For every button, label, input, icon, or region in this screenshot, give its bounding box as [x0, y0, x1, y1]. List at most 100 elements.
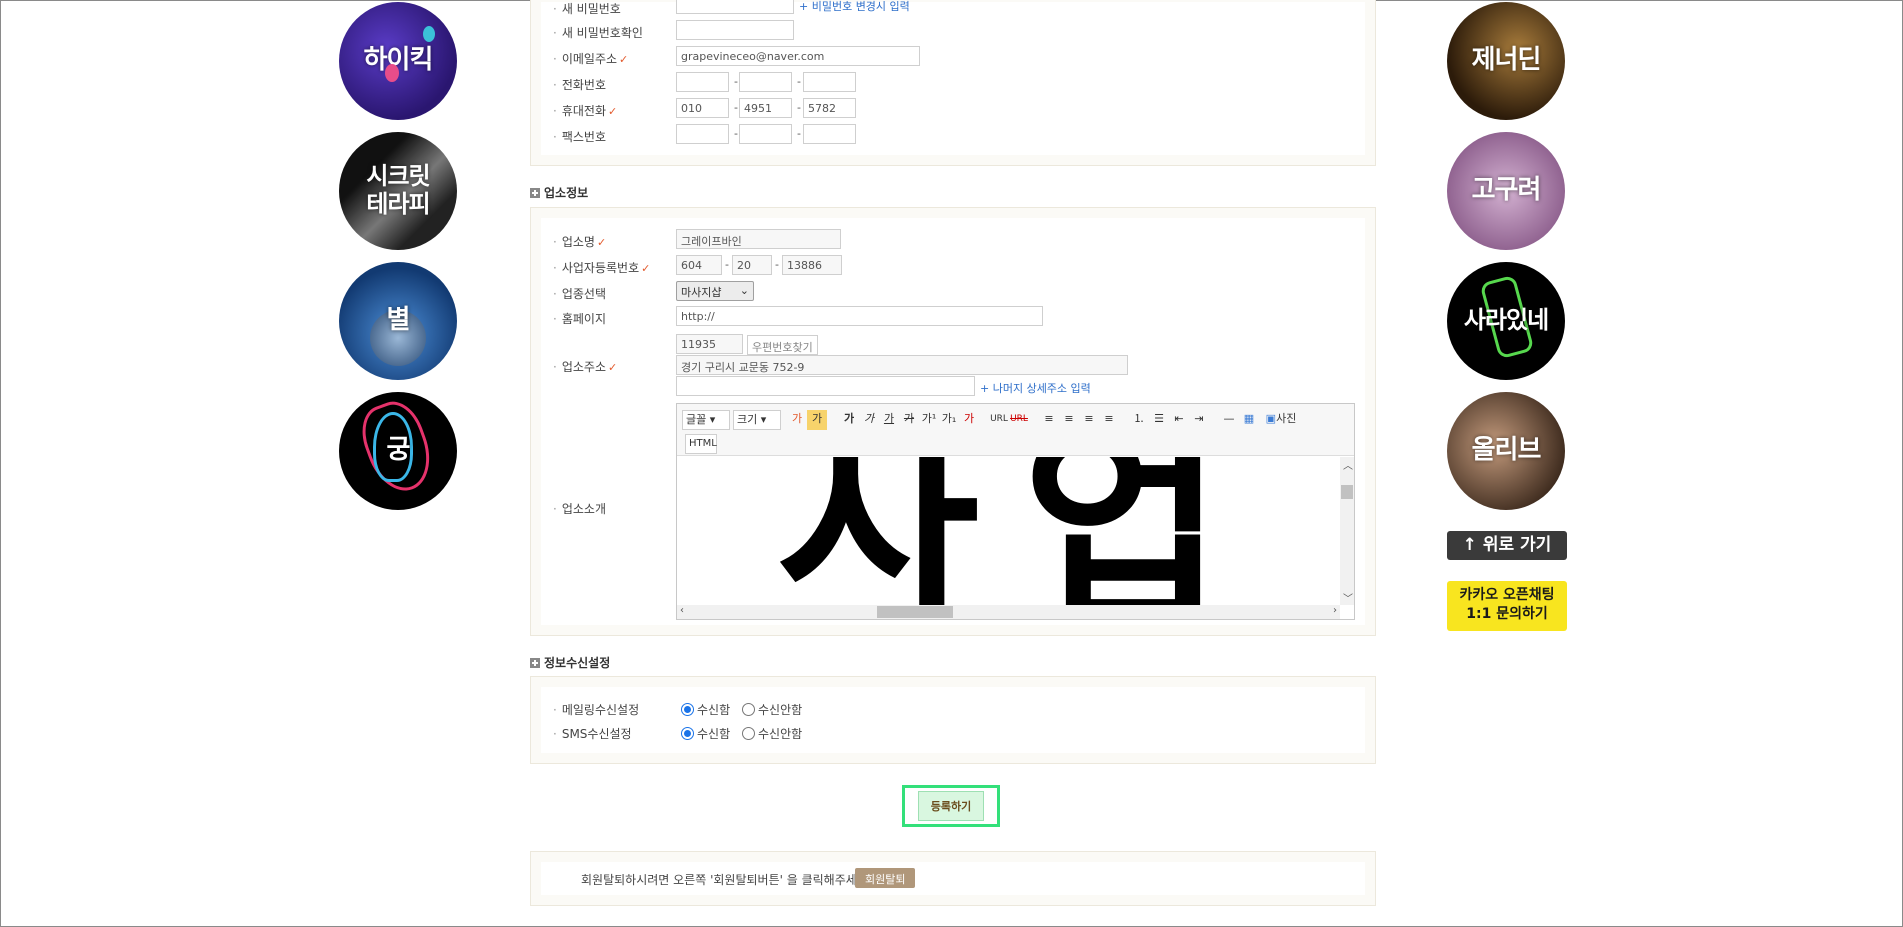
bold-icon[interactable]: 가: [839, 410, 859, 430]
address-detail-link[interactable]: + 나머지 상세주소 입력: [980, 380, 1091, 396]
business-type-select[interactable]: 마사지샵 ⌄: [676, 281, 754, 301]
banner-generdin[interactable]: 제너딘: [1447, 2, 1565, 120]
italic-icon[interactable]: 가: [859, 410, 879, 430]
strikethrough-icon[interactable]: 가: [899, 410, 919, 430]
change-password-link[interactable]: + 비밀번호 변경시 입력: [799, 0, 910, 14]
phone-field-3[interactable]: [803, 72, 856, 92]
address-detail-field[interactable]: [676, 376, 975, 396]
zipcode-search-button[interactable]: 우편번호찾기: [747, 335, 818, 355]
photo-button[interactable]: ▣사진: [1259, 410, 1303, 430]
sms-no-radio[interactable]: 수신안함: [742, 725, 802, 742]
kakao-line2: 1:1 문의하기: [1466, 606, 1548, 622]
chevron-right-icon[interactable]: ›: [1333, 605, 1337, 616]
editor-glyph-2: 업: [1022, 457, 1225, 605]
highlight-icon[interactable]: 가: [807, 410, 827, 430]
email-field[interactable]: grapevineceo@naver.com: [676, 46, 920, 66]
align-center-icon[interactable]: ≡: [1059, 410, 1079, 430]
type-label: · 업종선택: [553, 287, 606, 301]
font-family-dropdown[interactable]: 글꼴 ▾: [682, 410, 730, 430]
banner-goguryeo[interactable]: 고구려: [1447, 132, 1565, 250]
phone-field-2[interactable]: [739, 72, 792, 92]
editor-vertical-scrollbar[interactable]: ︿ ﹀: [1340, 457, 1354, 605]
banner-gung[interactable]: 궁: [339, 392, 457, 510]
radio-checked-icon: [681, 727, 694, 740]
chevron-down-icon[interactable]: ﹀: [1343, 590, 1353, 605]
banner-sara[interactable]: 사라있네: [1447, 262, 1565, 380]
sms-label: · SMS수신설정: [553, 727, 632, 741]
regno-field-3[interactable]: 13886: [782, 255, 842, 275]
editor-toolbar: 글꼴 ▾ 크기 ▾ 가 가 가 가 가 가 가¹ 가₁ 가 URL URL ≡ …: [677, 404, 1354, 456]
dash: -: [797, 75, 801, 88]
fax-field-1[interactable]: [676, 124, 729, 144]
fax-label: · 팩스번호: [553, 130, 606, 144]
chevron-left-icon[interactable]: ‹: [680, 605, 684, 616]
radio-unchecked-icon: [742, 703, 755, 716]
homepage-label: · 홈페이지: [553, 312, 606, 326]
banner-hike[interactable]: 하이킥: [339, 2, 457, 120]
subscript-icon[interactable]: 가₁: [939, 410, 959, 430]
phone-field-1[interactable]: [676, 72, 729, 92]
align-right-icon[interactable]: ≡: [1079, 410, 1099, 430]
business-name-field[interactable]: 그레이프바인: [676, 229, 841, 249]
regno-field-1[interactable]: 604: [676, 255, 722, 275]
superscript-icon[interactable]: 가¹: [919, 410, 939, 430]
kakao-openchat-button[interactable]: 카카오 오픈채팅 1:1 문의하기: [1447, 581, 1567, 631]
sms-yes-radio[interactable]: 수신함: [681, 725, 730, 742]
submit-button[interactable]: 등록하기: [902, 785, 1000, 827]
clear-format-icon[interactable]: 가: [959, 410, 979, 430]
banner-label: 사라있네: [1463, 306, 1549, 335]
font-color-icon[interactable]: 가: [787, 410, 807, 430]
confirm-password-field[interactable]: [676, 20, 794, 40]
html-mode-button[interactable]: HTML: [685, 434, 717, 454]
radio-checked-icon: [681, 703, 694, 716]
horizontal-rule-icon[interactable]: —: [1219, 410, 1239, 430]
regno-label: · 사업자등록번호 ✓: [553, 261, 651, 275]
align-left-icon[interactable]: ≡: [1039, 410, 1059, 430]
banner-secret-therapy[interactable]: 시크릿 테라피: [339, 132, 457, 250]
regno-field-2[interactable]: 20: [732, 255, 772, 275]
fax-field-2[interactable]: [739, 124, 792, 144]
banner-olive[interactable]: 올리브: [1447, 392, 1565, 510]
mobile-field-1[interactable]: 010: [676, 98, 729, 118]
link-icon[interactable]: URL: [989, 410, 1009, 430]
chevron-down-icon: ⌄: [739, 284, 749, 297]
mailing-no-radio[interactable]: 수신안함: [742, 701, 802, 718]
mailing-yes-radio[interactable]: 수신함: [681, 701, 730, 718]
unlink-icon[interactable]: URL: [1009, 410, 1029, 430]
scrollbar-thumb[interactable]: [877, 606, 953, 618]
ordered-list-icon[interactable]: ⒈: [1129, 410, 1149, 430]
password-label: · 새 비밀번호: [553, 2, 621, 16]
fax-field-3[interactable]: [803, 124, 856, 144]
zipcode-field[interactable]: 11935: [676, 334, 743, 354]
mobile-field-3[interactable]: 5782: [803, 98, 856, 118]
outdent-icon[interactable]: ⇤: [1169, 410, 1189, 430]
scrollbar-thumb[interactable]: [1341, 485, 1353, 499]
chevron-up-icon[interactable]: ︿: [1343, 457, 1353, 472]
banner-star[interactable]: 별: [339, 262, 457, 380]
mobile-field-2[interactable]: 4951: [739, 98, 792, 118]
scroll-top-button[interactable]: ↑ 위로 가기: [1447, 531, 1567, 560]
chevron-down-icon: ▾: [709, 413, 716, 426]
homepage-field[interactable]: http://: [676, 306, 1043, 326]
dash: -: [734, 101, 738, 114]
align-justify-icon[interactable]: ≡: [1099, 410, 1119, 430]
mobile-label: · 휴대전화 ✓: [553, 104, 618, 118]
table-icon[interactable]: ▦: [1239, 410, 1259, 430]
indent-icon[interactable]: ⇥: [1189, 410, 1209, 430]
banner-label: 고구려: [1471, 175, 1542, 206]
address-field[interactable]: 경기 구리시 교문동 752-9: [676, 355, 1128, 375]
dash: -: [797, 127, 801, 140]
dash: -: [797, 101, 801, 114]
editor-content[interactable]: 사 업: [677, 457, 1340, 605]
banner-label: 시크릿 테라피: [366, 162, 430, 218]
withdraw-button[interactable]: 회원탈퇴: [855, 868, 916, 888]
font-size-dropdown[interactable]: 크기 ▾: [733, 410, 781, 430]
unordered-list-icon[interactable]: ☰: [1149, 410, 1169, 430]
underline-icon[interactable]: 가: [879, 410, 899, 430]
editor-horizontal-scrollbar[interactable]: ‹ ›: [677, 605, 1340, 619]
intro-editor[interactable]: 글꼴 ▾ 크기 ▾ 가 가 가 가 가 가 가¹ 가₁ 가 URL URL ≡ …: [676, 403, 1355, 620]
dash: -: [725, 258, 729, 271]
password-field[interactable]: [676, 0, 794, 14]
address-label: · 업소주소 ✓: [553, 360, 618, 374]
expand-icon: [530, 657, 540, 668]
